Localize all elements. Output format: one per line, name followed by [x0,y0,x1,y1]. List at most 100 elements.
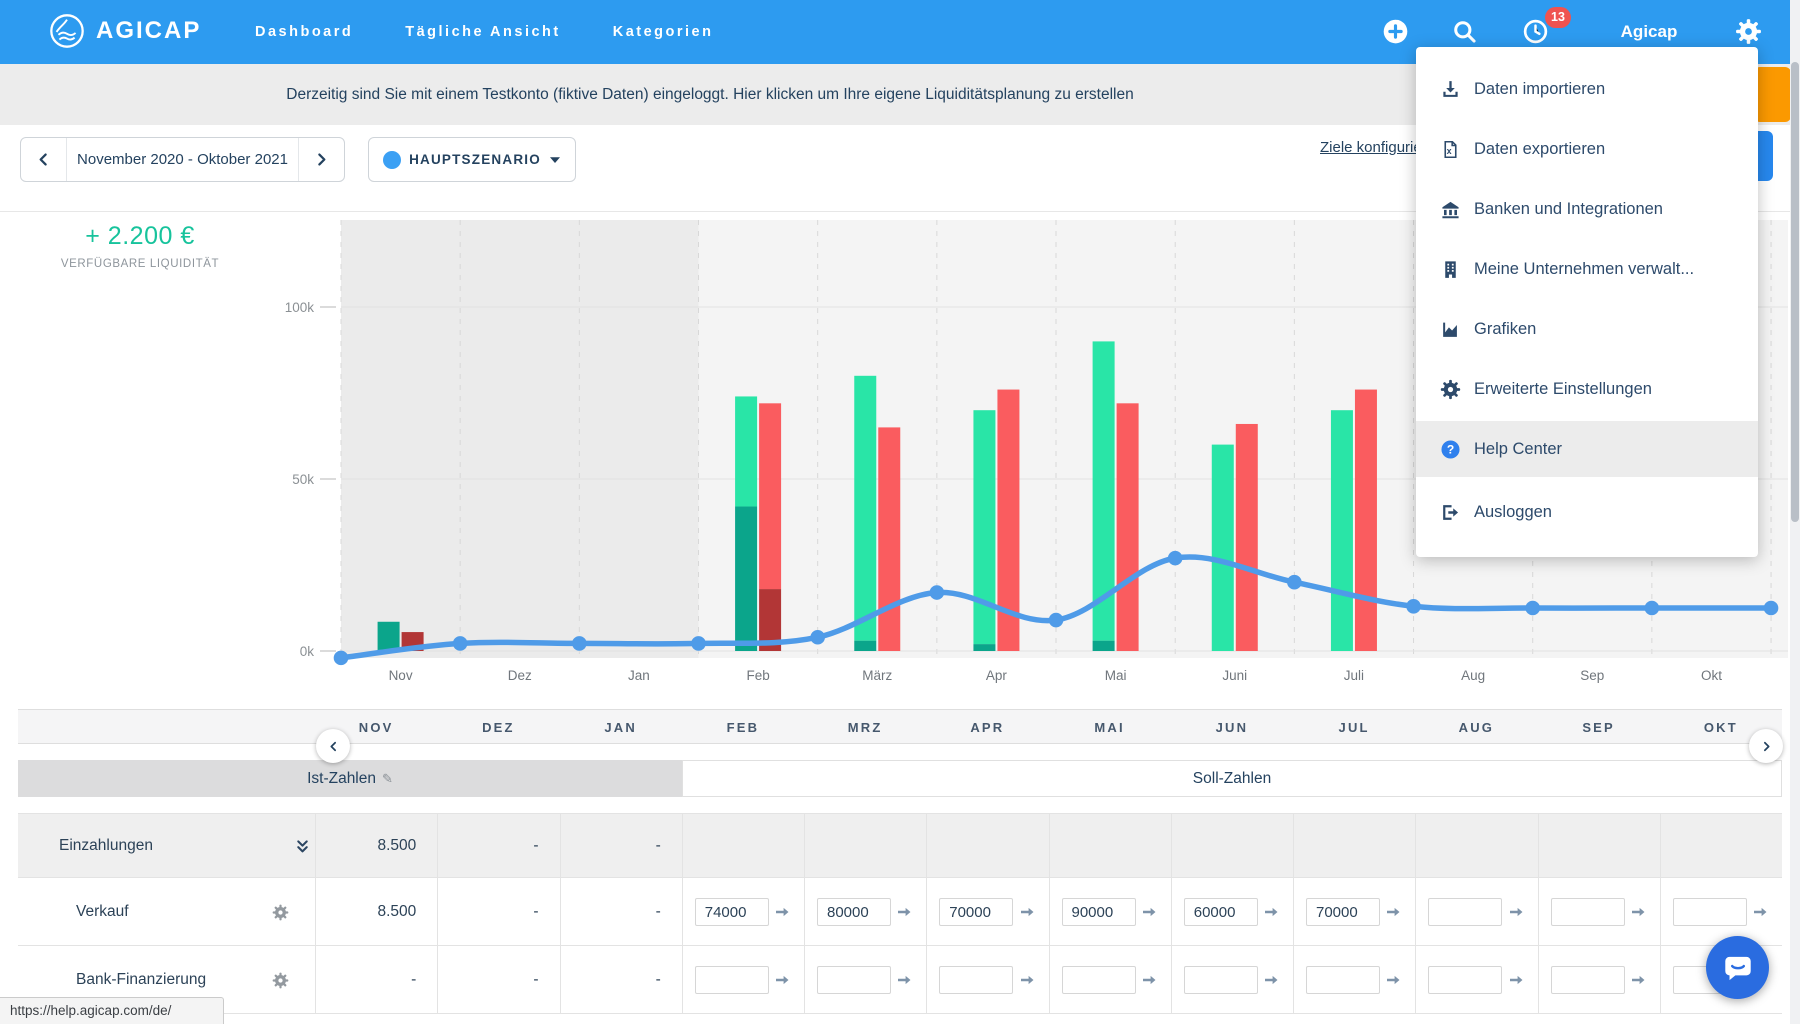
soll-input-cell[interactable] [1428,898,1502,926]
next-period-button[interactable] [298,138,344,181]
apply-value-arrow-icon[interactable] [1141,904,1157,920]
apply-value-arrow-icon[interactable] [896,972,912,988]
chart-month-label: Okt [1701,668,1722,683]
apply-value-arrow-icon[interactable] [774,972,790,988]
cell-divider [1171,946,1172,1013]
soll-input-cell[interactable] [1428,966,1502,994]
search-icon[interactable] [1451,18,1478,45]
chart-month-label: Dez [508,668,532,683]
menu-item-erweiterte-einstellungen[interactable]: Erweiterte Einstellungen [1416,361,1758,417]
previous-period-button[interactable] [21,138,67,181]
apply-value-arrow-icon[interactable] [1263,904,1279,920]
menu-item-label: Help Center [1474,440,1562,459]
menu-item-grafiken[interactable]: Grafiken [1416,301,1758,357]
soll-input-cell[interactable] [939,898,1013,926]
soll-input-cell[interactable] [1184,966,1258,994]
apply-value-arrow-icon[interactable] [896,904,912,920]
bar-einzahlungen-feb [735,396,757,506]
menu-item-help-center[interactable]: Help Center [1416,421,1758,477]
file-excel-icon [1440,139,1461,160]
bar-auszahlungen-feb [759,403,781,589]
row-settings-gear-icon[interactable] [272,972,289,989]
chart-month-label: Jan [628,668,650,683]
cell-divider [1660,814,1661,877]
apply-value-arrow-icon[interactable] [1263,972,1279,988]
scroll-months-right-button[interactable] [1749,729,1783,763]
table-row-einzahlungen: Einzahlungen8.500-- [18,813,1782,877]
soll-input-cell[interactable] [817,966,891,994]
soll-input-cell[interactable] [695,966,769,994]
menu-item-label: Daten exportieren [1474,140,1605,159]
soll-input-cell[interactable] [817,898,891,926]
ist-value-cell: - [437,946,538,1014]
menu-item-ausloggen[interactable]: Ausloggen [1416,484,1758,540]
apply-value-arrow-icon[interactable] [1019,972,1035,988]
table-row-bank-finanzierung: Bank-Finanzierung--- [18,945,1782,1013]
cell-divider [1538,878,1539,945]
cell-divider [682,878,683,945]
apply-value-arrow-icon[interactable] [1508,972,1524,988]
soll-input-cell[interactable] [695,898,769,926]
banner-cta-button[interactable] [1754,67,1791,122]
apply-value-arrow-icon[interactable] [774,904,790,920]
chat-bubble-icon [1720,950,1756,986]
help-icon [1440,439,1461,460]
chat-launcher-button[interactable] [1706,936,1769,999]
menu-item-meine-unternehmen-verwalt[interactable]: Meine Unternehmen verwalt... [1416,241,1758,297]
nav-link-t-gliche-ansicht[interactable]: Tägliche Ansicht [405,24,560,40]
soll-input-cell[interactable] [1184,898,1258,926]
apply-value-arrow-icon[interactable] [1141,972,1157,988]
liquidity-label: VERFÜGBARE LIQUIDITÄT [55,258,225,270]
menu-item-label: Daten importieren [1474,80,1605,99]
soll-input-cell[interactable] [1062,898,1136,926]
soll-input-cell[interactable] [1062,966,1136,994]
menu-item-label: Grafiken [1474,320,1536,339]
row-label[interactable]: Verkauf [76,878,129,946]
soll-input-cell[interactable] [1551,966,1625,994]
agicap-logo[interactable]: AGICAP [48,12,201,50]
soll-input-cell[interactable] [939,966,1013,994]
soll-input-cell[interactable] [1551,898,1625,926]
menu-item-banken-und-integrationen[interactable]: Banken und Integrationen [1416,181,1758,237]
logout-icon [1440,502,1461,523]
scenario-selector[interactable]: HAUPTSZENARIO [368,137,576,182]
nav-link-kategorien[interactable]: Kategorien [613,24,714,40]
month-column-mai: MAI [1049,710,1171,745]
ist-zahlen-header[interactable]: Ist-Zahlen✎ [18,760,682,797]
apply-value-arrow-icon[interactable] [1630,972,1646,988]
apply-value-arrow-icon[interactable] [1752,904,1768,920]
gear-icon[interactable] [1735,18,1762,45]
apply-value-arrow-icon[interactable] [1385,972,1401,988]
apply-value-arrow-icon[interactable] [1630,904,1646,920]
banner-text[interactable]: Derzeitig sind Sie mit einem Testkonto (… [0,64,1420,125]
category-label[interactable]: Einzahlungen [59,814,153,878]
row-settings-gear-icon[interactable] [272,904,289,921]
apply-value-arrow-icon[interactable] [1385,904,1401,920]
soll-input-cell[interactable] [1673,898,1747,926]
month-column-jun: JUN [1171,710,1293,745]
cell-divider [1171,814,1172,877]
menu-item-label: Banken und Integrationen [1474,200,1663,219]
soll-input-cell[interactable] [1306,898,1380,926]
scrollbar-thumb[interactable] [1791,62,1799,522]
area-chart-icon [1440,319,1461,340]
bank-icon [1440,199,1461,220]
menu-item-daten-exportieren[interactable]: Daten exportieren [1416,121,1758,177]
apply-value-arrow-icon[interactable] [1508,904,1524,920]
chart-month-label: Sep [1580,668,1604,683]
add-icon[interactable] [1382,18,1409,45]
soll-zahlen-label: Soll-Zahlen [1193,770,1271,787]
svg-text:0k: 0k [300,644,315,659]
scroll-months-left-button[interactable] [316,729,350,763]
menu-item-daten-importieren[interactable]: Daten importieren [1416,61,1758,117]
nav-link-dashboard[interactable]: Dashboard [255,24,353,40]
bar-einzahlungen-apr [973,410,995,644]
date-range-label[interactable]: November 2020 - Oktober 2021 [67,138,298,181]
chart-month-label: Mai [1105,668,1127,683]
menu-item-label: Meine Unternehmen verwalt... [1474,260,1694,279]
apply-value-arrow-icon[interactable] [1019,904,1035,920]
soll-input-cell[interactable] [1306,966,1380,994]
collapse-double-chevron-icon[interactable] [294,838,311,855]
cell-divider [1293,878,1294,945]
notifications-clock-icon[interactable] [1522,18,1549,45]
